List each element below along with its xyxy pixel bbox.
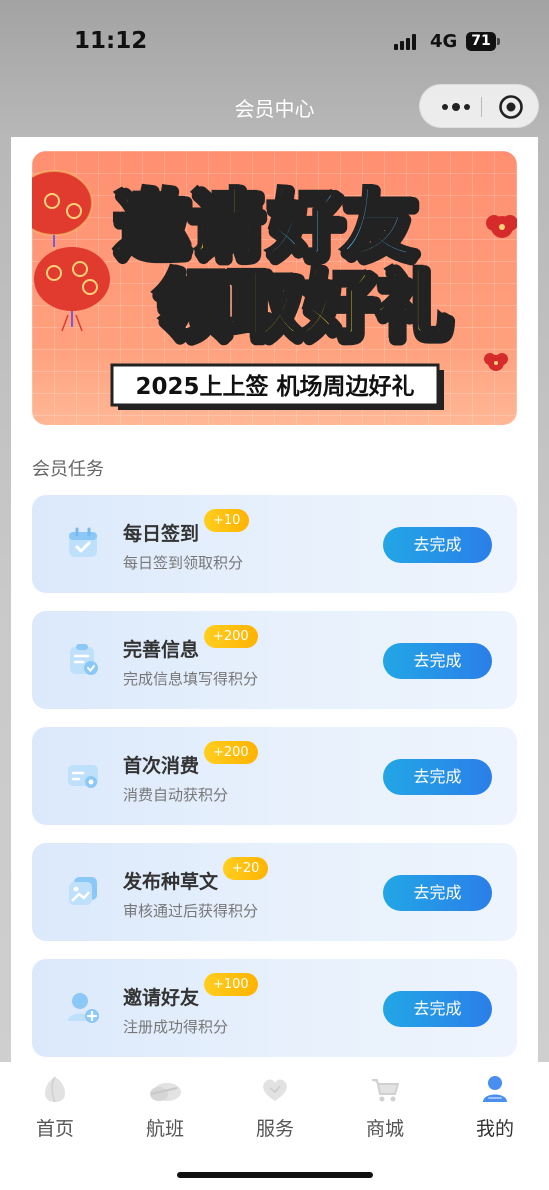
tab-mall[interactable]: 商城 xyxy=(330,1062,440,1162)
complete-task-button[interactable]: 去完成 xyxy=(383,759,492,795)
lantern-icon xyxy=(32,170,110,332)
card-icon xyxy=(68,765,98,788)
task-name: 首次消费 xyxy=(123,755,200,777)
task-desc: 注册成功得积分 xyxy=(123,1018,229,1036)
tab-label: 我的 xyxy=(475,1118,514,1140)
task-desc: 每日签到领取积分 xyxy=(123,554,244,572)
task-card-invite-friends: 邀请好友 +100 注册成功得积分 去完成 xyxy=(32,959,517,1057)
tab-flights[interactable]: 航班 xyxy=(110,1062,220,1162)
banner-headline-a: 邀请 xyxy=(112,181,260,267)
points-badge: +20 xyxy=(223,857,269,880)
task-name: 发布种草文 xyxy=(123,871,219,893)
status-time: 11:12 xyxy=(74,28,148,54)
calendar-check-icon xyxy=(69,527,97,557)
status-bar: 11:12 4G 71 xyxy=(0,0,549,84)
complete-task-button[interactable]: 去完成 xyxy=(383,527,492,563)
more-icon[interactable] xyxy=(436,95,476,119)
complete-task-button[interactable]: 去完成 xyxy=(383,643,492,679)
capsule-divider xyxy=(481,97,482,117)
tab-label: 服务 xyxy=(255,1118,294,1140)
tab-bar: 首页 航班 服务 商城 我的 xyxy=(0,1062,549,1190)
signal-icon xyxy=(394,34,420,50)
tab-label: 商城 xyxy=(365,1118,404,1140)
task-name: 邀请好友 xyxy=(123,987,200,1009)
home-icon xyxy=(45,1076,65,1103)
task-name: 每日签到 xyxy=(123,523,200,545)
tab-label: 首页 xyxy=(35,1118,74,1140)
points-badge: +200 xyxy=(204,625,258,648)
heart-service-icon xyxy=(263,1079,287,1101)
task-card-complete-info: 完善信息 +200 完成信息填写得积分 去完成 xyxy=(32,611,517,709)
clipboard-check-icon xyxy=(70,644,98,675)
close-target-icon[interactable] xyxy=(498,94,524,120)
points-badge: +10 xyxy=(204,509,250,532)
user-add-icon xyxy=(68,993,99,1023)
miniprogram-capsule xyxy=(419,84,539,128)
banner-headline-b: 好友 xyxy=(265,181,414,267)
tab-label: 航班 xyxy=(145,1118,184,1140)
task-desc: 完成信息填写得积分 xyxy=(123,670,259,688)
points-badge: +100 xyxy=(204,973,258,996)
network-type: 4G xyxy=(430,31,458,52)
battery-icon: 71 xyxy=(466,32,500,51)
points-badge: +200 xyxy=(204,741,258,764)
banner-subline: 领取好礼 xyxy=(152,261,448,347)
complete-task-button[interactable]: 去完成 xyxy=(383,991,492,1027)
cart-icon xyxy=(372,1079,399,1102)
blossom-icon xyxy=(484,215,517,371)
tab-services[interactable]: 服务 xyxy=(220,1062,330,1162)
plane-icon xyxy=(150,1083,181,1101)
task-name: 完善信息 xyxy=(123,639,200,661)
home-indicator[interactable] xyxy=(177,1172,373,1178)
task-desc: 消费自动获积分 xyxy=(123,786,229,804)
tab-mine[interactable]: 我的 xyxy=(440,1062,549,1162)
task-desc: 审核通过后获得积分 xyxy=(123,902,259,920)
invite-banner[interactable]: 邀请 邀请 好友 好友 领取好礼 领取好礼 2025上上签 机场周边好礼 xyxy=(32,151,517,425)
banner-tagline: 2025上上签 机场周边好礼 xyxy=(135,373,414,400)
tab-home[interactable]: 首页 xyxy=(0,1062,110,1162)
main-content: 邀请 邀请 好友 好友 领取好礼 领取好礼 2025上上签 机场周边好礼 会员任… xyxy=(11,137,538,1062)
complete-task-button[interactable]: 去完成 xyxy=(383,875,492,911)
task-card-first-purchase: 首次消费 +200 消费自动获积分 去完成 xyxy=(32,727,517,825)
image-post-icon xyxy=(69,877,97,905)
banner-art: 邀请 邀请 好友 好友 领取好礼 领取好礼 2025上上签 机场周边好礼 xyxy=(32,170,517,410)
user-icon xyxy=(483,1076,507,1102)
task-card-daily-checkin: 每日签到 +10 每日签到领取积分 去完成 xyxy=(32,495,517,593)
section-title: 会员任务 xyxy=(32,459,104,480)
task-card-post-article: 发布种草文 +20 审核通过后获得积分 去完成 xyxy=(32,843,517,941)
